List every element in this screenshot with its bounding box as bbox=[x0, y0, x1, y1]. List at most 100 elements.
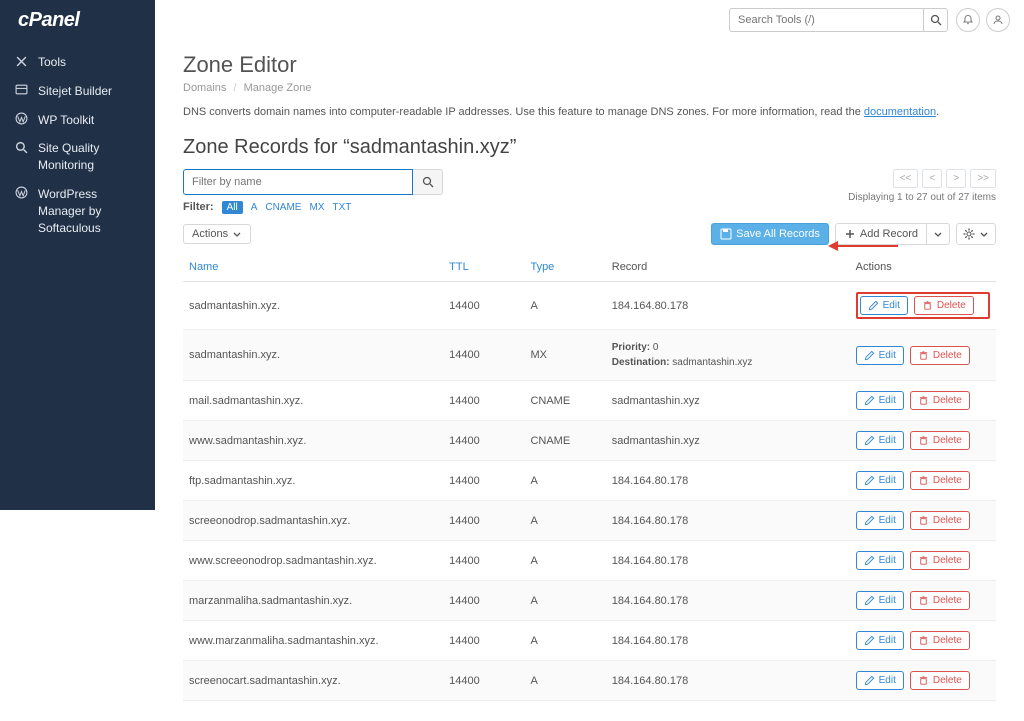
pager-1[interactable]: < bbox=[922, 169, 942, 188]
record-value: 184.164.80.178 bbox=[612, 635, 688, 647]
cell-type: MX bbox=[524, 330, 605, 381]
cell-actions: Edit Delete bbox=[850, 381, 996, 421]
delete-button[interactable]: Delete bbox=[910, 591, 970, 610]
sidebar-item-1[interactable]: Sitejet Builder bbox=[0, 77, 155, 106]
cell-name: screenocart.sadmantashin.xyz. bbox=[183, 661, 443, 701]
edit-button[interactable]: Edit bbox=[856, 471, 904, 490]
cell-record: 184.164.80.178 bbox=[606, 621, 850, 661]
caret-down-icon bbox=[232, 229, 242, 239]
sidebar-item-3[interactable]: Site Quality Monitoring bbox=[0, 134, 155, 180]
cell-type: A bbox=[524, 282, 605, 330]
delete-button[interactable]: Delete bbox=[910, 631, 970, 650]
cell-name: screeonodrop.sadmantashin.xyz. bbox=[183, 501, 443, 541]
annotation-arrow bbox=[828, 240, 898, 252]
magnify-icon bbox=[14, 140, 28, 154]
filter-tag-all[interactable]: All bbox=[222, 201, 243, 214]
cell-actions: Edit Delete bbox=[850, 661, 996, 701]
sidebar-item-label: Sitejet Builder bbox=[38, 83, 112, 100]
record-value: sadmantashin.xyz bbox=[612, 395, 700, 407]
sidebar-item-0[interactable]: Tools bbox=[0, 48, 155, 77]
table-row: www.sadmantashin.xyz. 14400 CNAME sadman… bbox=[183, 421, 996, 461]
filter-tag-cname[interactable]: CNAME bbox=[265, 202, 301, 213]
cell-record: 184.164.80.178 bbox=[606, 541, 850, 581]
sidebar-item-2[interactable]: WP Toolkit bbox=[0, 106, 155, 135]
delete-button[interactable]: Delete bbox=[910, 551, 970, 570]
cell-type: A bbox=[524, 661, 605, 701]
cell-actions: Edit Delete bbox=[850, 581, 996, 621]
sidebar-item-4[interactable]: WordPress Manager by Softaculous bbox=[0, 180, 155, 242]
delete-button[interactable]: Delete bbox=[914, 296, 974, 315]
pencil-icon bbox=[864, 350, 875, 361]
documentation-link[interactable]: documentation bbox=[864, 106, 936, 118]
edit-button[interactable]: Edit bbox=[860, 296, 908, 315]
cell-ttl: 14400 bbox=[443, 461, 524, 501]
pager-0[interactable]: << bbox=[893, 169, 919, 188]
sidebar-item-label: WordPress Manager by Softaculous bbox=[38, 186, 141, 236]
pager-2[interactable]: > bbox=[946, 169, 966, 188]
breadcrumb: Domains / Manage Zone bbox=[183, 82, 996, 94]
global-search bbox=[729, 8, 948, 32]
cell-ttl: 14400 bbox=[443, 501, 524, 541]
edit-button[interactable]: Edit bbox=[856, 511, 904, 530]
edit-button[interactable]: Edit bbox=[856, 431, 904, 450]
cell-ttl: 14400 bbox=[443, 381, 524, 421]
edit-button[interactable]: Edit bbox=[856, 391, 904, 410]
pencil-icon bbox=[864, 475, 875, 486]
caret-down-icon bbox=[979, 229, 989, 239]
record-value: 184.164.80.178 bbox=[612, 300, 688, 312]
add-record-dropdown[interactable] bbox=[927, 223, 950, 245]
pencil-icon bbox=[864, 635, 875, 646]
filter-input[interactable] bbox=[183, 169, 413, 195]
cell-actions: Edit Delete bbox=[850, 501, 996, 541]
pencil-icon bbox=[864, 595, 875, 606]
cell-type: CNAME bbox=[524, 381, 605, 421]
cell-record: sadmantashin.xyz bbox=[606, 381, 850, 421]
delete-button[interactable]: Delete bbox=[910, 346, 970, 365]
edit-button[interactable]: Edit bbox=[856, 671, 904, 690]
sidebar-item-label: Tools bbox=[38, 54, 66, 71]
delete-button[interactable]: Delete bbox=[910, 471, 970, 490]
delete-button[interactable]: Delete bbox=[910, 391, 970, 410]
cell-actions: Edit Delete bbox=[850, 421, 996, 461]
logo-area[interactable]: Panel bbox=[0, 0, 155, 40]
page-description: DNS converts domain names into computer-… bbox=[183, 106, 996, 118]
pager-3[interactable]: >> bbox=[970, 169, 996, 188]
cell-type: A bbox=[524, 461, 605, 501]
save-icon bbox=[720, 228, 732, 240]
edit-button[interactable]: Edit bbox=[856, 551, 904, 570]
gear-icon bbox=[963, 228, 975, 240]
page-title: Zone Editor bbox=[183, 52, 996, 78]
pencil-icon bbox=[864, 555, 875, 566]
delete-button[interactable]: Delete bbox=[910, 431, 970, 450]
wp-icon bbox=[14, 112, 28, 126]
table-row: screeonodrop.sadmantashin.xyz. 14400 A 1… bbox=[183, 501, 996, 541]
search-input[interactable] bbox=[729, 8, 924, 32]
filter-search-button[interactable] bbox=[413, 169, 443, 195]
table-settings-button[interactable] bbox=[956, 223, 996, 245]
col-type[interactable]: Type bbox=[524, 253, 605, 282]
trash-icon bbox=[918, 675, 929, 686]
filter-tag-txt[interactable]: TXT bbox=[332, 202, 351, 213]
save-all-records-button[interactable]: Save All Records bbox=[711, 223, 829, 245]
delete-button[interactable]: Delete bbox=[910, 511, 970, 530]
edit-button[interactable]: Edit bbox=[856, 591, 904, 610]
filter-tag-mx[interactable]: MX bbox=[309, 202, 324, 213]
search-button[interactable] bbox=[924, 8, 948, 32]
breadcrumb-root[interactable]: Domains bbox=[183, 82, 226, 94]
pencil-icon bbox=[864, 675, 875, 686]
col-name[interactable]: Name bbox=[183, 253, 443, 282]
edit-button[interactable]: Edit bbox=[856, 631, 904, 650]
pencil-icon bbox=[864, 435, 875, 446]
account-button[interactable] bbox=[986, 8, 1010, 32]
cell-actions: Edit Delete bbox=[850, 330, 996, 381]
notifications-button[interactable] bbox=[956, 8, 980, 32]
filter-tag-a[interactable]: A bbox=[251, 202, 258, 213]
delete-button[interactable]: Delete bbox=[910, 671, 970, 690]
cell-name: www.screeonodrop.sadmantashin.xyz. bbox=[183, 541, 443, 581]
table-row: www.screeonodrop.sadmantashin.xyz. 14400… bbox=[183, 541, 996, 581]
bulk-actions-button[interactable]: Actions bbox=[183, 224, 251, 244]
col-ttl[interactable]: TTL bbox=[443, 253, 524, 282]
edit-button[interactable]: Edit bbox=[856, 346, 904, 365]
table-row: screenocart.sadmantashin.xyz. 14400 A 18… bbox=[183, 661, 996, 701]
cell-record: sadmantashin.xyz bbox=[606, 421, 850, 461]
